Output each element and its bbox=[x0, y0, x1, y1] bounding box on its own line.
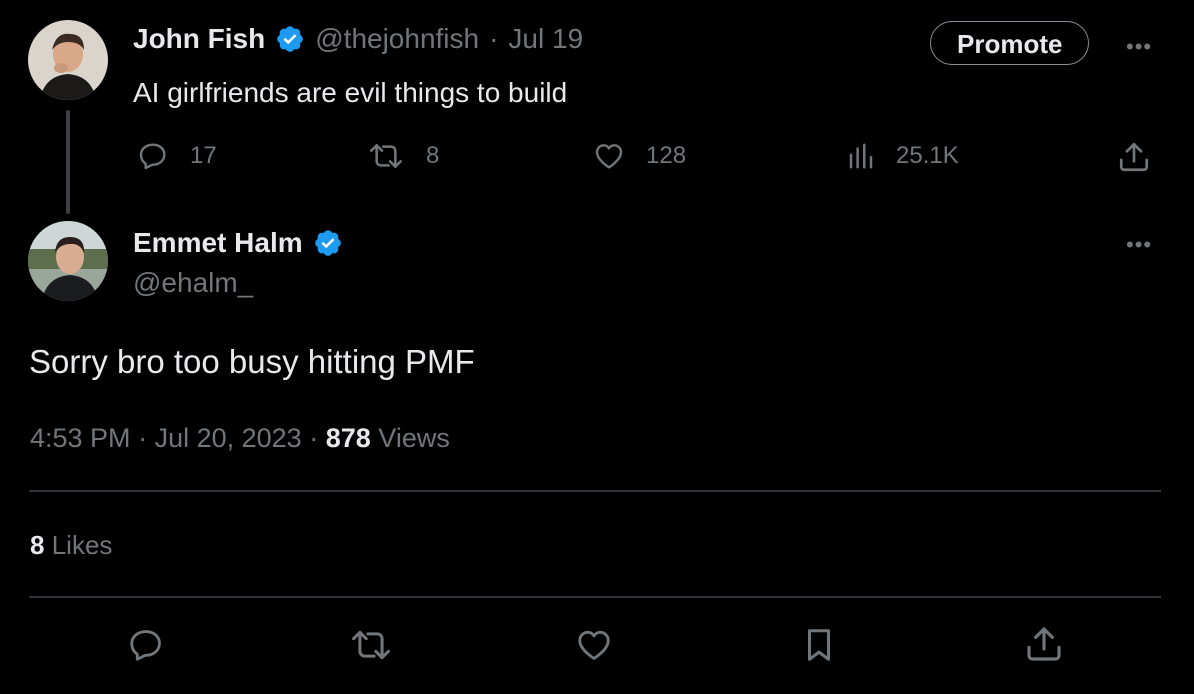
reply-tweet-text: Sorry bro too busy hitting PMF bbox=[29, 343, 475, 380]
like-button[interactable] bbox=[574, 626, 614, 669]
reply-tweet-header: Emmet Halm bbox=[133, 227, 343, 259]
reply-button[interactable] bbox=[126, 626, 166, 669]
john-fish-avatar[interactable] bbox=[28, 20, 108, 100]
verified-badge-icon bbox=[277, 26, 304, 52]
bookmark-button[interactable] bbox=[800, 624, 838, 671]
reply-icon bbox=[139, 143, 166, 170]
thread-connector-line bbox=[66, 110, 70, 214]
heart-icon bbox=[595, 144, 623, 169]
divider bbox=[29, 596, 1161, 598]
separator-dot: · bbox=[489, 23, 499, 54]
views-label: Views bbox=[378, 423, 450, 453]
like-action[interactable]: 128 bbox=[592, 140, 686, 172]
share-button[interactable] bbox=[1024, 624, 1064, 669]
more-options-icon[interactable]: ••• bbox=[1126, 234, 1152, 256]
divider bbox=[29, 490, 1161, 492]
likes-summary[interactable]: 8 Likes bbox=[30, 530, 112, 561]
heart-icon bbox=[578, 630, 610, 660]
retweet-icon bbox=[352, 630, 390, 660]
retweet-icon bbox=[370, 144, 402, 168]
tweet-time[interactable]: 4:53 PM bbox=[30, 423, 131, 453]
likes-count: 8 bbox=[30, 530, 45, 560]
share-icon bbox=[1027, 627, 1061, 661]
retweet-button[interactable] bbox=[348, 626, 394, 669]
separator-dot: · bbox=[309, 423, 326, 453]
retweet-count: 8 bbox=[426, 142, 440, 169]
author-name[interactable]: John Fish bbox=[133, 23, 265, 55]
separator-dot: · bbox=[138, 423, 155, 453]
promote-button[interactable]: Promote bbox=[930, 21, 1090, 65]
parent-tweet-text: AI girlfriends are evil things to build bbox=[133, 77, 568, 108]
views-count: 25.1K bbox=[896, 142, 959, 169]
tweet-meta: 4:53 PM · Jul 20, 2023 · 878 Views bbox=[30, 423, 450, 454]
tweet-date[interactable]: Jul 20, 2023 bbox=[155, 423, 302, 453]
views-action[interactable]: 25.1K bbox=[846, 140, 959, 172]
share-icon bbox=[1119, 142, 1149, 172]
author-handle[interactable]: @thejohnfish bbox=[315, 23, 479, 55]
emmet-halm-avatar[interactable] bbox=[28, 221, 108, 301]
views-count: 878 bbox=[325, 423, 371, 453]
bookmark-icon bbox=[807, 629, 831, 661]
reply-icon bbox=[130, 630, 161, 661]
more-options-icon[interactable]: ••• bbox=[1126, 36, 1152, 58]
parent-tweet-header: John Fish @thejohnfish · Jul 19 bbox=[133, 23, 583, 55]
like-count: 128 bbox=[646, 142, 687, 169]
retweet-action[interactable]: 8 bbox=[366, 140, 439, 172]
reply-author-handle[interactable]: @ehalm_ bbox=[133, 267, 253, 299]
likes-label: Likes bbox=[51, 530, 113, 560]
analytics-icon bbox=[849, 143, 873, 169]
verified-badge-icon bbox=[314, 230, 341, 256]
reply-count: 17 bbox=[190, 142, 217, 169]
reply-action[interactable]: 17 bbox=[136, 140, 217, 172]
share-action[interactable] bbox=[1117, 140, 1151, 174]
tweet-date[interactable]: Jul 19 bbox=[508, 23, 583, 55]
reply-author-name[interactable]: Emmet Halm bbox=[133, 227, 303, 259]
